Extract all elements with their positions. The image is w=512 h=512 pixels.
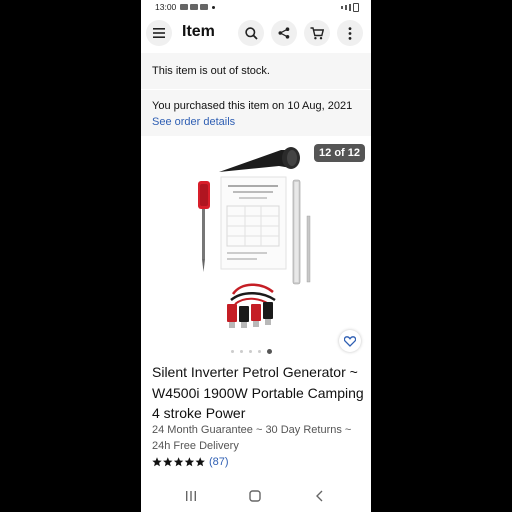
signal-icon [341,6,343,9]
system-nav-bar [141,480,371,512]
product-title: Silent Inverter Petrol Generator ~ W4500… [152,364,364,421]
pagination-dot[interactable] [249,350,252,353]
review-count[interactable]: (87) [209,456,229,468]
image-counter-badge: 12 of 12 [314,144,365,162]
page-title: Item [182,23,215,40]
home-button[interactable] [249,489,261,507]
back-icon [316,490,323,502]
back-button[interactable] [314,489,326,507]
product-shipping-info: 24 Month Guarantee ~ 30 Day Returns ~ 24… [152,424,352,452]
notification-icons [180,4,216,10]
phone-screen: 13:00 Item This item is out of stock. Yo… [141,0,371,512]
see-order-details-link[interactable]: See order details [152,116,235,128]
favourite-button[interactable] [339,330,361,352]
share-button[interactable] [271,20,297,46]
share-icon [278,27,290,39]
pagination-dot[interactable] [231,350,234,353]
signal-icon [345,5,347,10]
funnel-image [219,147,300,172]
status-time: 13:00 [155,2,177,12]
battery-icon [353,3,359,12]
product-rating[interactable]: (87) [152,456,229,468]
recent-apps-button[interactable] [185,489,197,507]
product-image [198,147,311,328]
home-icon [249,490,261,502]
pagination-dot-active[interactable] [267,349,272,354]
cart-icon [310,26,324,39]
more-vertical-icon [348,26,352,40]
search-button[interactable] [238,20,264,46]
battery-cables-image [227,283,276,328]
cart-button[interactable] [304,20,330,46]
star-rating-icon [152,457,205,467]
search-icon [244,26,258,40]
product-image-gallery[interactable]: 12 of 12 [141,144,371,359]
pagination-dot[interactable] [240,350,243,353]
app-header: Item [141,14,371,52]
recent-apps-icon [186,491,196,501]
more-notifications-icon [212,5,216,9]
system-icons [341,3,359,12]
purchase-date-text: You purchased this item on 10 Aug, 2021 [152,100,353,112]
more-options-button[interactable] [337,20,363,46]
purchase-banner: You purchased this item on 10 Aug, 2021 … [141,90,371,136]
signal-icon [349,4,351,11]
menu-button[interactable] [146,20,172,46]
heart-icon [344,335,356,347]
status-bar: 13:00 [141,0,371,14]
out-of-stock-banner: This item is out of stock. [141,53,371,89]
out-of-stock-text: This item is out of stock. [152,65,270,77]
notification-icon [180,4,189,10]
notification-icon [190,4,199,10]
pagination-dot[interactable] [258,350,261,353]
screwdriver-image [198,181,210,272]
notification-icon [200,4,209,10]
manual-image [220,176,287,270]
hamburger-icon [153,28,165,38]
gallery-pagination-dots [231,349,272,354]
spark-plug-wrench-image [292,179,311,285]
